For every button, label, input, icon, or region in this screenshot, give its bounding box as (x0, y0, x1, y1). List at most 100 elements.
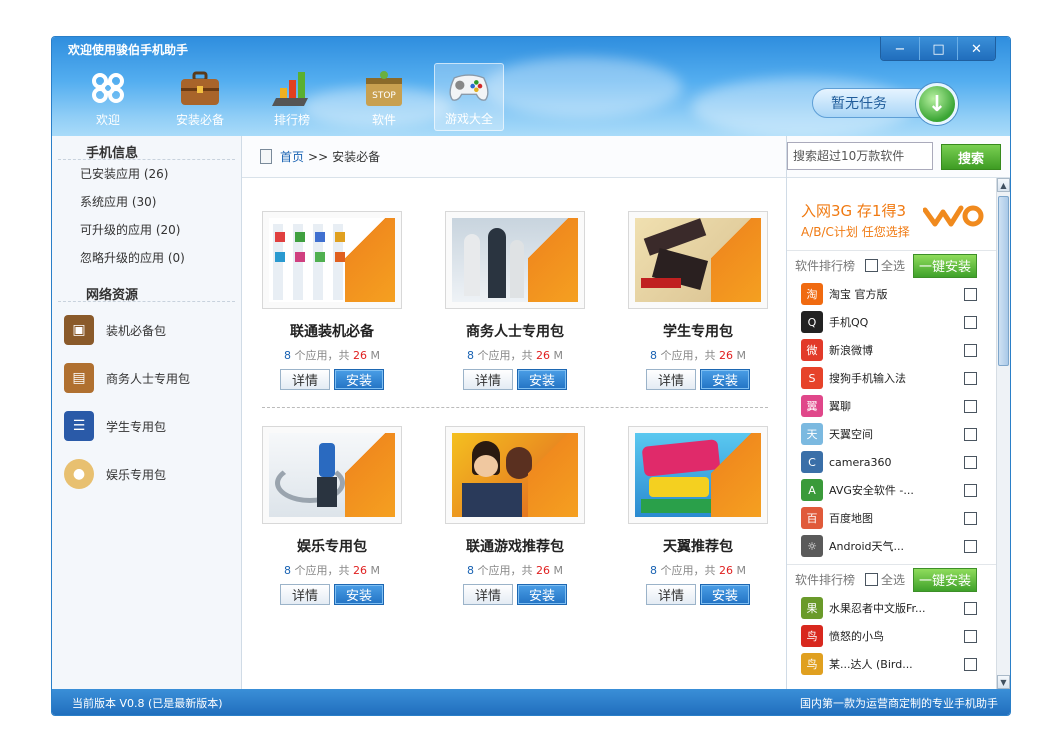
breadcrumb-home-link[interactable]: 首页 (280, 148, 304, 165)
one-key-install-button[interactable]: 一键安装 (913, 567, 978, 592)
app-row[interactable]: Ccamera360 (787, 448, 997, 476)
detail-button[interactable]: 详情 (280, 369, 330, 390)
select-all-checkbox[interactable] (865, 573, 879, 586)
app-checkbox[interactable] (964, 427, 977, 441)
promo-banner[interactable]: 入网3G 存1得3 A/B/C计划 任您选择 (787, 178, 997, 250)
app-checkbox[interactable] (964, 483, 977, 497)
tool-software[interactable]: STOP 软件 (342, 63, 426, 131)
install-button[interactable]: 安装 (700, 584, 750, 605)
app-name: camera360 (829, 455, 892, 469)
sidebar-item-essentials-pack[interactable]: ▣ 装机必备包 (52, 306, 241, 354)
app-row[interactable]: 翼翼聊 (787, 392, 997, 420)
store-bag-icon: STOP (362, 68, 406, 108)
package-card: 娱乐专用包 8 个应用，共 26 M 详情 安装 (262, 426, 402, 605)
install-button[interactable]: 安装 (517, 584, 567, 605)
scroll-up-icon[interactable]: ▲ (997, 178, 1010, 192)
maximize-button[interactable]: □ (919, 37, 957, 60)
detail-button[interactable]: 详情 (463, 584, 513, 605)
package-title: 联通游戏推荐包 (466, 539, 564, 555)
package-title: 天翼推荐包 (663, 539, 733, 555)
app-row[interactable]: 淘淘宝 官方版 (787, 280, 997, 308)
package-thumbnail[interactable] (262, 211, 402, 309)
app-row[interactable]: 鸟愤怒的小鸟 (787, 622, 997, 650)
app-checkbox[interactable] (964, 629, 977, 643)
package-thumbnail[interactable] (628, 211, 768, 309)
sidebar-item-entertainment-pack[interactable]: ● 娱乐专用包 (52, 450, 241, 498)
app-row[interactable]: 果水果忍者中文版Fr... (787, 594, 997, 622)
package-thumbnail[interactable] (262, 426, 402, 524)
main-toolbar: 欢迎 安装必备 排行榜 STOP 软件 游戏大全 (66, 63, 512, 131)
sidebar-item-ignored[interactable]: 忽略升级的应用 (0) (52, 244, 241, 272)
bar-chart-icon (270, 68, 314, 108)
sidebar-item-system[interactable]: 系统应用 (30) (52, 188, 241, 216)
search-input[interactable]: 搜索超过10万款软件 (787, 142, 933, 170)
app-row[interactable]: 百百度地图 (787, 504, 997, 532)
right-panel: 搜索超过10万款软件 搜索 入网3G 存1得3 A/B/C计划 任您选择 软件排… (786, 136, 1010, 689)
app-checkbox[interactable] (964, 539, 977, 553)
install-button[interactable]: 安装 (700, 369, 750, 390)
sidebar-item-installed[interactable]: 已安装应用 (26) (52, 160, 241, 188)
package-label: 学生专用包 (106, 419, 167, 434)
scroll-down-icon[interactable]: ▼ (997, 675, 1010, 689)
app-row[interactable]: 天天翼空间 (787, 420, 997, 448)
select-all-label: 全选 (881, 573, 906, 587)
app-row[interactable]: 微新浪微博 (787, 336, 997, 364)
select-all-checkbox[interactable] (865, 259, 879, 272)
app-checkbox[interactable] (964, 657, 977, 671)
app-icon: 鸟 (801, 653, 823, 675)
install-button[interactable]: 安装 (334, 584, 384, 605)
app-checkbox[interactable] (964, 399, 977, 413)
app-checkbox[interactable] (964, 511, 977, 525)
task-button[interactable]: 暂无任务 ↓ (812, 83, 960, 125)
app-checkbox[interactable] (964, 455, 977, 469)
select-all-label: 全选 (881, 259, 906, 273)
package-label: 装机必备包 (106, 323, 167, 338)
tool-welcome[interactable]: 欢迎 (66, 63, 150, 131)
app-row[interactable]: A AVG安全软件 -... (787, 476, 997, 504)
detail-button[interactable]: 详情 (646, 369, 696, 390)
phone-info-heading: 手机信息 (58, 136, 235, 161)
wo-logo-icon (923, 205, 984, 227)
detail-button[interactable]: 详情 (463, 369, 513, 390)
detail-button[interactable]: 详情 (280, 584, 330, 605)
package-thumbnail[interactable] (445, 426, 585, 524)
tool-essentials[interactable]: 安装必备 (158, 63, 242, 131)
app-icon: 鸟 (801, 625, 823, 647)
sidebar-item-student-pack[interactable]: ☰ 学生专用包 (52, 402, 241, 450)
scrollbar[interactable]: ▲ ▼ (996, 178, 1010, 689)
app-checkbox[interactable] (964, 601, 977, 615)
app-row[interactable]: 鸟某...达人 (Bird... (787, 650, 997, 678)
download-arrow-icon[interactable]: ↓ (916, 83, 958, 125)
install-button[interactable]: 安装 (517, 369, 567, 390)
scroll-thumb[interactable] (998, 196, 1009, 366)
package-thumbnail[interactable] (628, 426, 768, 524)
app-checkbox[interactable] (964, 343, 977, 357)
one-key-install-button[interactable]: 一键安装 (913, 253, 978, 278)
app-name: 天翼空间 (829, 428, 873, 441)
tool-ranking[interactable]: 排行榜 (250, 63, 334, 131)
detail-button[interactable]: 详情 (646, 584, 696, 605)
sidebar-item-business-pack[interactable]: ▤ 商务人士专用包 (52, 354, 241, 402)
window-controls: − □ ✕ (880, 37, 996, 61)
minimize-button[interactable]: − (881, 37, 919, 60)
app-checkbox[interactable] (964, 371, 977, 385)
app-icon: 微 (801, 339, 823, 361)
app-name: 搜狗手机输入法 (829, 372, 906, 385)
package-thumbnail[interactable] (445, 211, 585, 309)
sidebar-item-upgradable[interactable]: 可升级的应用 (20) (52, 216, 241, 244)
tool-games[interactable]: 游戏大全 (434, 63, 504, 131)
app-row[interactable]: S 搜狗手机输入法 (787, 364, 997, 392)
app-row[interactable]: Q 手机QQ (787, 308, 997, 336)
app-icon: 果 (801, 597, 823, 619)
briefcase-icon: ▤ (64, 363, 94, 393)
app-name: 水果忍者中文版Fr... (829, 602, 926, 615)
app-checkbox[interactable] (964, 287, 977, 301)
sidebar: 手机信息 已安装应用 (26) 系统应用 (30) 可升级的应用 (20) 忽略… (52, 136, 242, 689)
install-button[interactable]: 安装 (334, 369, 384, 390)
app-checkbox[interactable] (964, 315, 977, 329)
app-name: 百度地图 (829, 512, 873, 525)
app-row[interactable]: ☼ Android天气... (787, 532, 997, 560)
search-button[interactable]: 搜索 (941, 144, 1001, 170)
package-title: 娱乐专用包 (297, 539, 367, 555)
close-button[interactable]: ✕ (957, 37, 995, 60)
